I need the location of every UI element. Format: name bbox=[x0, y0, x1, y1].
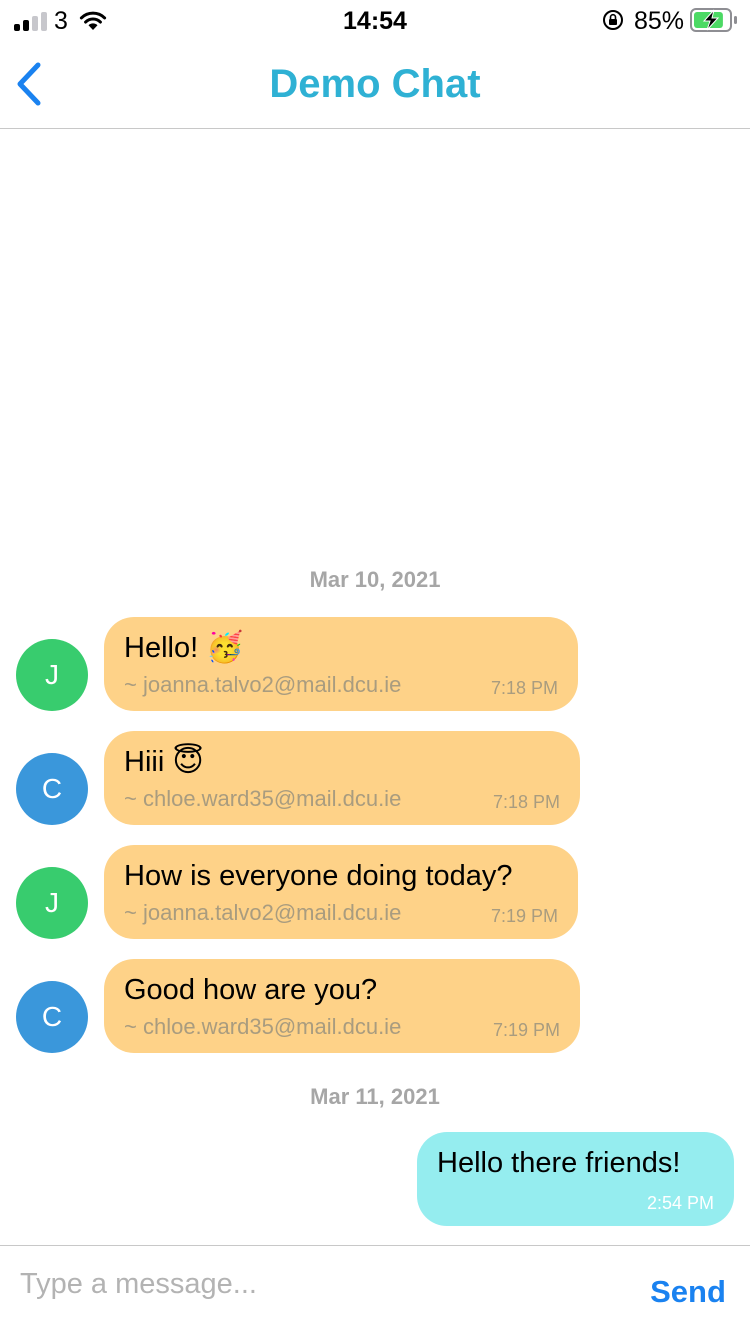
message-time: 7:19 PM bbox=[492, 1020, 560, 1040]
rotation-lock-icon bbox=[603, 10, 623, 30]
message-sender: ~ chloe.ward35@mail.dcu.ie bbox=[124, 1014, 402, 1039]
message-input[interactable] bbox=[10, 1260, 630, 1308]
message-time: 7:18 PM bbox=[490, 678, 558, 698]
battery-percent: 85% bbox=[634, 7, 685, 35]
message-bubble[interactable]: How is everyone doing today? ~ joanna.ta… bbox=[104, 845, 578, 939]
date-separator: Mar 10, 2021 bbox=[309, 567, 441, 592]
message-bubble[interactable]: Hiii 😇 ~ chloe.ward35@mail.dcu.ie 7:18 P… bbox=[104, 731, 580, 825]
message-bubble[interactable]: Good how are you? ~ chloe.ward35@mail.dc… bbox=[104, 959, 580, 1053]
outgoing-message-bubble[interactable]: Hello there friends! 2:54 PM bbox=[417, 1132, 734, 1226]
page-title: Demo Chat bbox=[269, 62, 481, 106]
message-time: 7:19 PM bbox=[490, 906, 558, 926]
message-text: Good how are you? bbox=[124, 974, 378, 1006]
message-sender: ~ chloe.ward35@mail.dcu.ie bbox=[124, 786, 402, 811]
avatar[interactable]: J bbox=[16, 867, 88, 939]
navigation-bar: Demo Chat bbox=[0, 40, 750, 129]
message-bubble[interactable]: Hello! 🥳 ~ joanna.talvo2@mail.dcu.ie 7:1… bbox=[104, 617, 578, 711]
message-sender: ~ joanna.talvo2@mail.dcu.ie bbox=[124, 900, 402, 925]
status-bar: 3 14:54 85% bbox=[0, 0, 750, 40]
battery-charging-icon bbox=[690, 8, 737, 32]
message-time: 7:18 PM bbox=[492, 792, 560, 812]
chat-screen: 3 14:54 85% Demo Chat Mar 10, 2021 J Hel… bbox=[0, 0, 750, 1334]
avatar[interactable]: C bbox=[16, 981, 88, 1053]
message-composer: Send bbox=[0, 1245, 750, 1334]
avatar[interactable]: C bbox=[16, 753, 88, 825]
message-text: Hello! 🥳 bbox=[124, 631, 244, 664]
smiling-face-with-halo-emoji: 😇 bbox=[172, 745, 204, 778]
message-sender: ~ joanna.talvo2@mail.dcu.ie bbox=[124, 672, 402, 697]
message-text: How is everyone doing today? bbox=[124, 860, 513, 892]
partying-face-emoji: 🥳 bbox=[206, 631, 244, 664]
message-time: 2:54 PM bbox=[646, 1193, 714, 1213]
send-button[interactable]: Send bbox=[636, 1268, 740, 1316]
date-separator: Mar 11, 2021 bbox=[310, 1084, 440, 1109]
message-list[interactable]: Mar 10, 2021 J Hello! 🥳 ~ joanna.talvo2@… bbox=[0, 129, 750, 1244]
avatar[interactable]: J bbox=[16, 639, 88, 711]
message-text: Hello there friends! bbox=[437, 1147, 681, 1179]
message-text: Hiii 😇 bbox=[124, 745, 204, 778]
